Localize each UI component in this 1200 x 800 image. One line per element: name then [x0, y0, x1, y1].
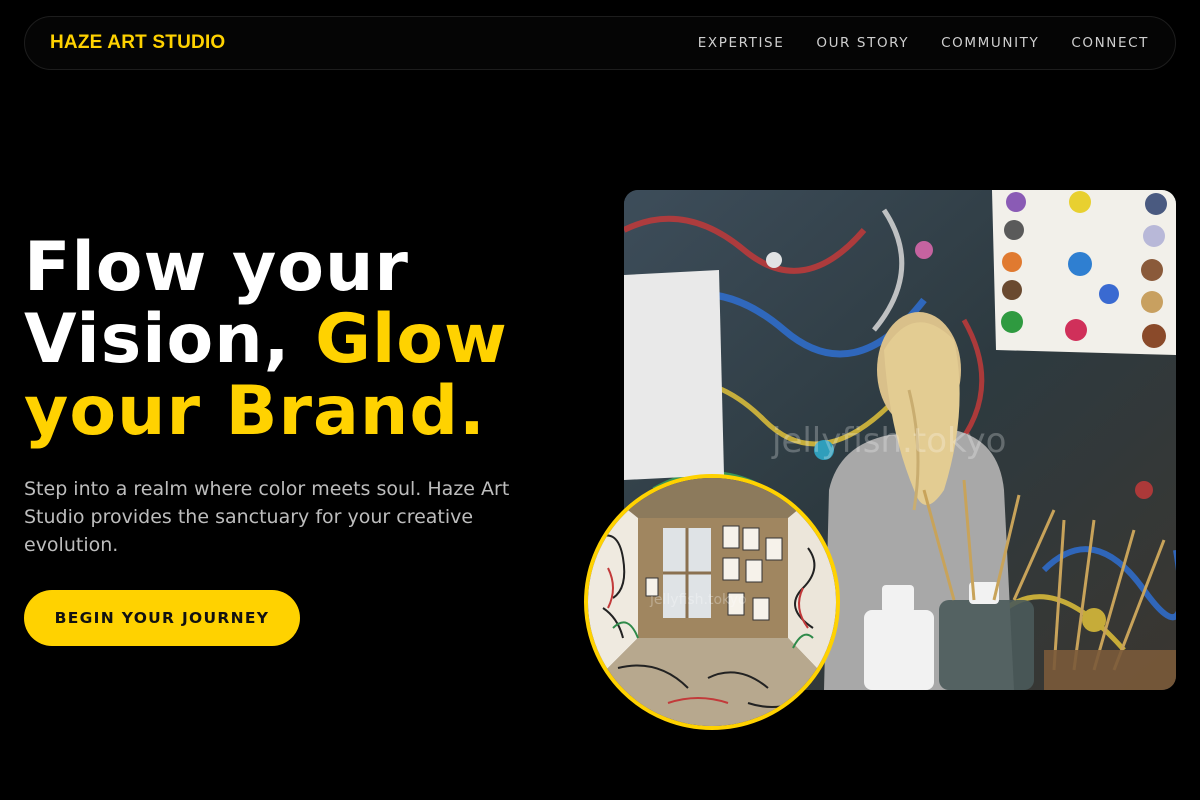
main-photo-watermark: jellyfish.tokyo — [771, 421, 1006, 461]
top-navbar: HAZE ART STUDIO EXPERTISE OUR STORY COMM… — [24, 16, 1176, 70]
headline-line-3: your Brand. — [24, 372, 486, 451]
nav-link-community[interactable]: COMMUNITY — [941, 35, 1039, 51]
nav-links: EXPERTISE OUR STORY COMMUNITY CONNECT — [698, 35, 1149, 51]
headline-accent-glow: Glow — [315, 300, 508, 379]
nav-link-expertise[interactable]: EXPERTISE — [698, 35, 785, 51]
headline-line-2: Vision, — [24, 300, 316, 379]
begin-journey-button[interactable]: BEGIN YOUR JOURNEY — [24, 590, 300, 646]
hero-headline: Flow your Vision, Glow your Brand. — [24, 232, 508, 448]
studio-room-inset-photo: jellyfish.tokyo — [584, 474, 840, 730]
studio-room-illustration: jellyfish.tokyo — [588, 478, 836, 726]
nav-link-connect[interactable]: CONNECT — [1071, 35, 1149, 51]
nav-link-our-story[interactable]: OUR STORY — [816, 35, 909, 51]
brand-logo[interactable]: HAZE ART STUDIO — [50, 32, 225, 54]
landing-page: HAZE ART STUDIO EXPERTISE OUR STORY COMM… — [0, 0, 1200, 800]
inset-photo-watermark: jellyfish.tokyo — [649, 592, 747, 608]
hero-subtitle: Step into a realm where color meets soul… — [24, 478, 510, 556]
headline-line-1: Flow your — [24, 228, 409, 307]
